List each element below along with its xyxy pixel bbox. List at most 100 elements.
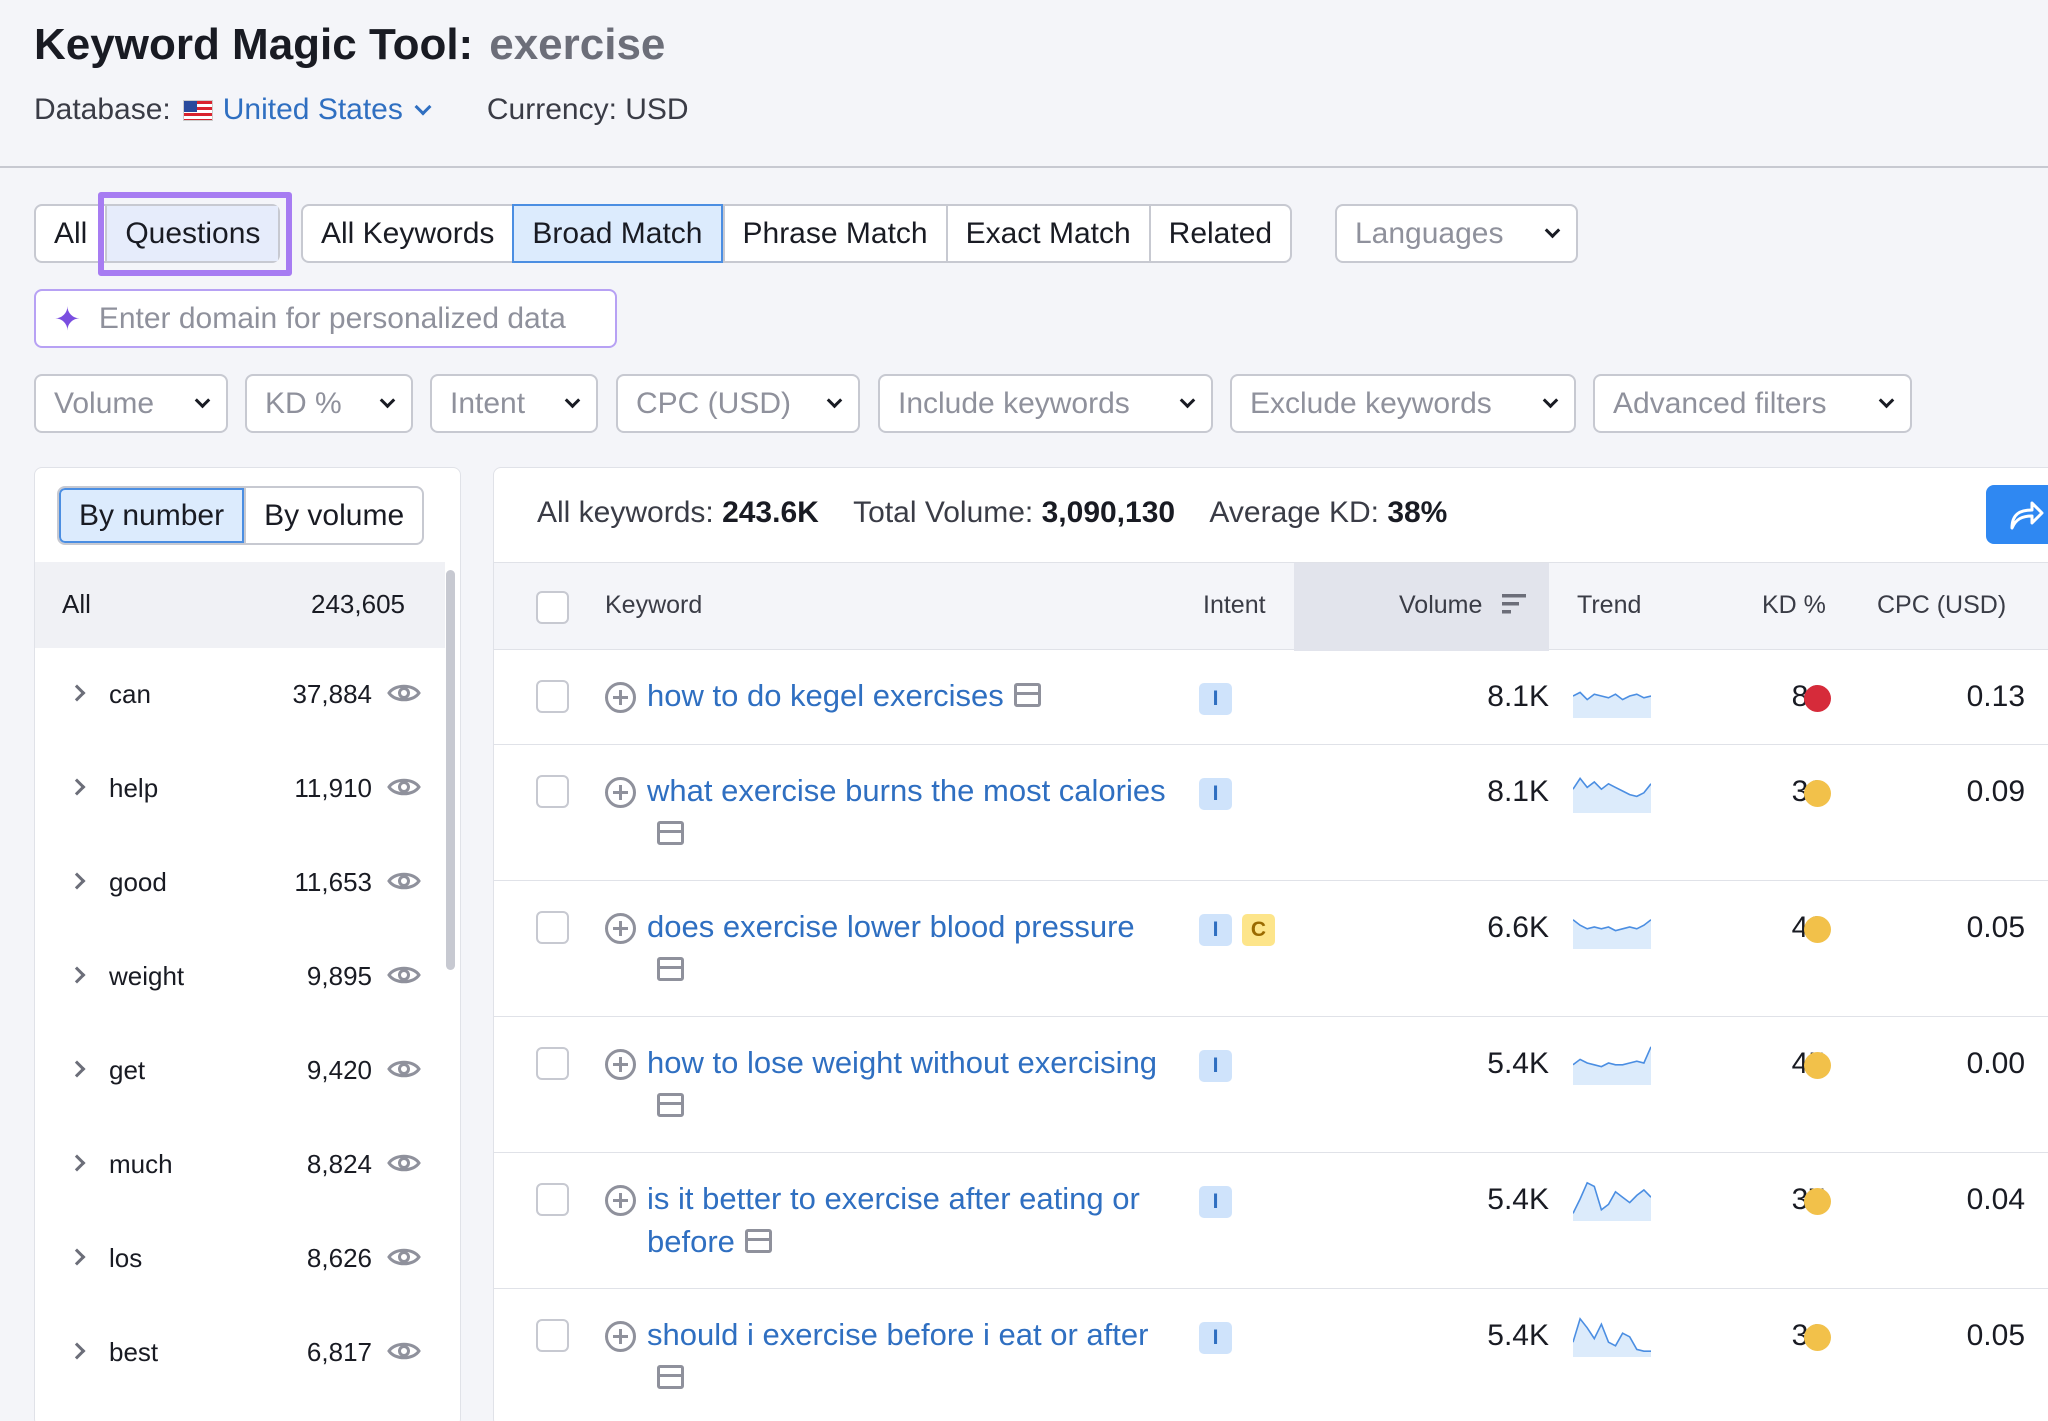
chevron-down-icon <box>1179 392 1196 409</box>
chevron-down-icon <box>379 392 396 409</box>
keyword-link[interactable]: does exercise lower blood pressure <box>647 905 1167 991</box>
group-all-label: All <box>62 589 91 619</box>
share-arrow-icon <box>2010 501 2044 529</box>
add-to-list-icon[interactable] <box>604 681 637 714</box>
languages-label: Languages <box>1355 216 1504 250</box>
group-row[interactable]: los 8,626 <box>35 1212 445 1306</box>
eye-icon[interactable] <box>387 963 421 987</box>
keyword-link[interactable]: should i exercise before i eat or after <box>647 1313 1167 1399</box>
header-intent[interactable]: Intent <box>1203 591 1266 620</box>
tab-all[interactable]: All <box>36 206 105 261</box>
add-to-list-icon[interactable] <box>604 1048 637 1081</box>
row-checkbox[interactable] <box>536 680 569 713</box>
group-all-row[interactable]: All 243,605 <box>35 562 445 648</box>
header-trend[interactable]: Trend <box>1577 591 1641 620</box>
filter-volume[interactable]: Volume <box>34 374 228 433</box>
cpc-value: 0.09 <box>1966 775 2025 808</box>
group-row[interactable]: much 8,824 <box>35 1118 445 1212</box>
keyword-link[interactable]: what exercise burns the most calories <box>647 769 1167 855</box>
row-checkbox[interactable] <box>536 1319 569 1352</box>
chevron-down-icon[interactable] <box>414 98 432 116</box>
intent-badge[interactable]: I <box>1199 914 1232 946</box>
intent-badge[interactable]: I <box>1199 1050 1232 1082</box>
eye-icon[interactable] <box>387 1151 421 1175</box>
volume-value: 8.1K <box>1487 680 1549 713</box>
group-row[interactable]: get 9,420 <box>35 1024 445 1118</box>
group-row[interactable]: can 37,884 <box>35 648 445 742</box>
chevron-right-icon[interactable] <box>68 1248 86 1266</box>
tab-exact-match[interactable]: Exact Match <box>945 206 1149 261</box>
intent-badge[interactable]: I <box>1199 1322 1232 1354</box>
group-row[interactable]: weight 9,895 <box>35 930 445 1024</box>
chevron-right-icon[interactable] <box>68 966 86 984</box>
header-cpc[interactable]: CPC (USD) <box>1877 591 2006 620</box>
group-row[interactable]: good 11,653 <box>35 836 445 930</box>
filter-include-keywords[interactable]: Include keywords <box>878 374 1213 433</box>
total-volume-value: 3,090,130 <box>1041 496 1176 529</box>
serp-features-icon[interactable] <box>657 1364 684 1389</box>
header-kd[interactable]: KD % <box>1762 591 1826 620</box>
by-volume-button[interactable]: By volume <box>244 488 422 543</box>
keyword-link[interactable]: is it better to exercise after eating or… <box>647 1177 1167 1263</box>
serp-features-icon[interactable] <box>1013 682 1041 707</box>
group-row[interactable]: best 6,817 <box>35 1306 445 1400</box>
intent-badge[interactable]: I <box>1199 1186 1232 1218</box>
filter-advanced[interactable]: Advanced filters <box>1593 374 1912 433</box>
by-number-button[interactable]: By number <box>59 488 245 543</box>
tab-all-keywords[interactable]: All Keywords <box>303 206 512 261</box>
languages-dropdown[interactable]: Languages <box>1335 204 1578 263</box>
add-to-list-icon[interactable] <box>604 776 637 809</box>
chevron-right-icon[interactable] <box>68 872 86 890</box>
filter-label: Volume <box>54 386 155 420</box>
serp-features-icon[interactable] <box>744 1228 772 1253</box>
tab-related[interactable]: Related <box>1148 206 1290 261</box>
header-volume[interactable]: Volume <box>1399 591 1482 620</box>
volume-value: 8.1K <box>1487 775 1549 808</box>
serp-features-icon[interactable] <box>657 820 684 845</box>
export-button[interactable] <box>1986 485 2048 544</box>
intent-badge[interactable]: I <box>1199 683 1232 715</box>
tab-phrase-match[interactable]: Phrase Match <box>722 206 946 261</box>
domain-input[interactable]: ✦ Enter domain for personalized data <box>34 289 617 348</box>
eye-icon[interactable] <box>387 775 421 799</box>
group-count: 9,420 <box>306 1055 372 1085</box>
eye-icon[interactable] <box>387 681 421 705</box>
groups-scrollbar[interactable] <box>446 570 455 970</box>
header-keyword[interactable]: Keyword <box>605 591 702 620</box>
eye-icon[interactable] <box>387 1245 421 1269</box>
chevron-right-icon[interactable] <box>68 778 86 796</box>
filter-intent[interactable]: Intent <box>430 374 598 433</box>
chevron-right-icon[interactable] <box>68 1342 86 1360</box>
add-to-list-icon[interactable] <box>604 1184 637 1217</box>
tab-questions[interactable]: Questions <box>105 206 279 261</box>
keyword-link[interactable]: how to do kegel exercises <box>647 674 1167 717</box>
chevron-right-icon[interactable] <box>68 1154 86 1172</box>
filter-cpc[interactable]: CPC (USD) <box>616 374 860 433</box>
chevron-right-icon[interactable] <box>68 1060 86 1078</box>
row-checkbox[interactable] <box>536 1047 569 1080</box>
filter-kd[interactable]: KD % <box>245 374 413 433</box>
kd-difficulty-dot <box>1804 1324 1831 1351</box>
eye-icon[interactable] <box>387 1057 421 1081</box>
row-checkbox[interactable] <box>536 1183 569 1216</box>
intent-badge[interactable]: C <box>1242 914 1275 946</box>
sort-descending-icon[interactable] <box>1502 593 1526 615</box>
eye-icon[interactable] <box>387 869 421 893</box>
serp-features-icon[interactable] <box>657 1092 684 1117</box>
serp-features-icon[interactable] <box>657 956 684 981</box>
add-to-list-icon[interactable] <box>604 1320 637 1353</box>
group-row[interactable]: help 11,910 <box>35 742 445 836</box>
total-volume-label: Total Volume: <box>853 496 1034 529</box>
row-checkbox[interactable] <box>536 911 569 944</box>
add-to-list-icon[interactable] <box>604 912 637 945</box>
tab-broad-match[interactable]: Broad Match <box>512 204 723 263</box>
row-checkbox[interactable] <box>536 775 569 808</box>
select-all-checkbox[interactable] <box>536 591 569 624</box>
chevron-right-icon[interactable] <box>68 684 86 702</box>
eye-icon[interactable] <box>387 1339 421 1363</box>
intent-badge[interactable]: I <box>1199 778 1232 810</box>
database-selector[interactable]: United States <box>223 93 403 127</box>
keyword-link[interactable]: how to lose weight without exercising <box>647 1041 1167 1127</box>
filter-exclude-keywords[interactable]: Exclude keywords <box>1230 374 1576 433</box>
group-count: 37,884 <box>292 679 372 709</box>
